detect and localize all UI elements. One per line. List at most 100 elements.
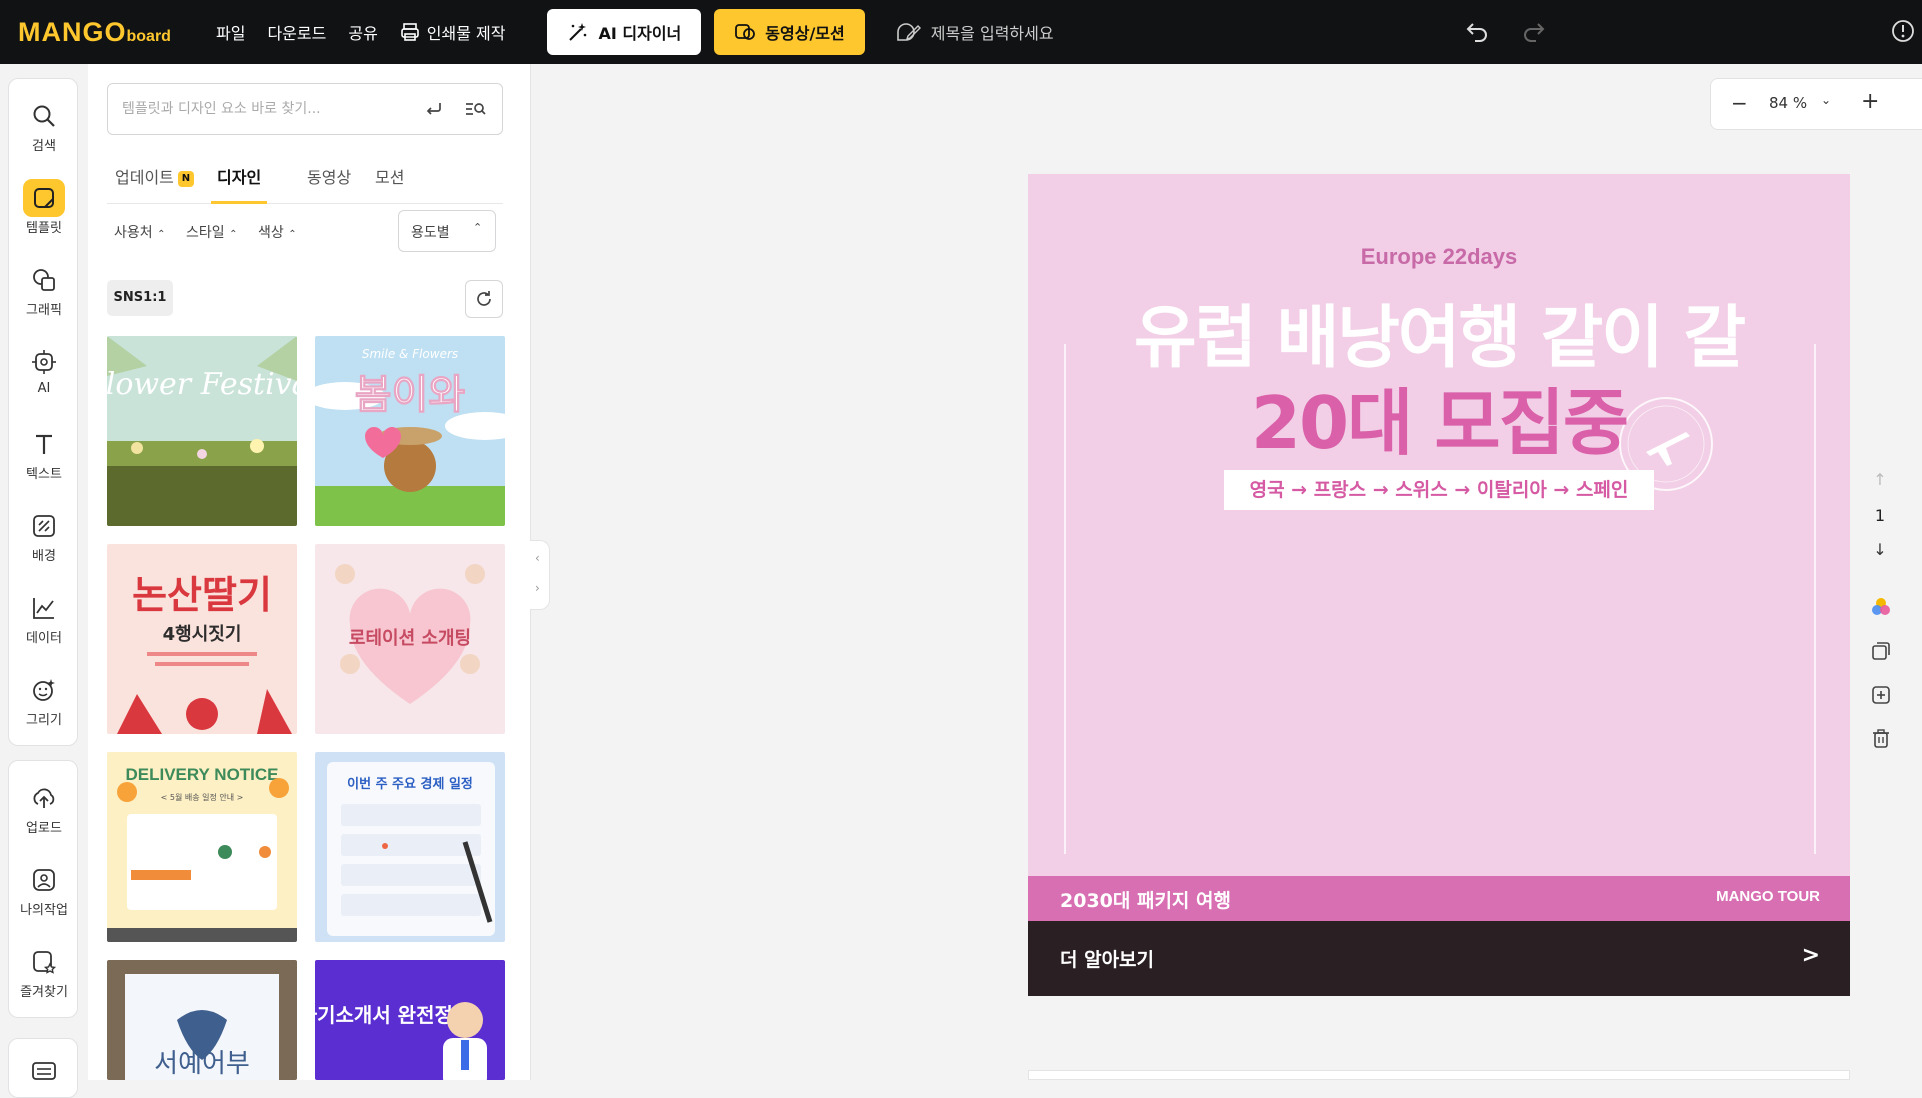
ai-chip-icon <box>32 350 56 374</box>
size-chip[interactable]: SNS1:1 <box>107 280 173 316</box>
rail-item-template[interactable]: 템플릿 <box>9 175 79 247</box>
sort-select[interactable]: 용도별 ⌃ <box>398 210 496 252</box>
design-info-bar[interactable]: 2030대 패키지 여행 MANGO TOUR <box>1028 876 1850 921</box>
panel-collapse-handle[interactable]: ‹ › <box>530 540 550 610</box>
info-icon[interactable] <box>1890 18 1916 44</box>
design-cta-bar[interactable]: 더 알아보기 > <box>1028 921 1850 996</box>
thumb-subtitle: < 5월 배송 일정 안내 > <box>161 792 244 802</box>
filter-use[interactable]: 사용처 ⌃ <box>114 222 165 242</box>
template-thumbnail[interactable]: 로테이션 소개팅 <box>315 544 505 734</box>
undo-icon[interactable] <box>1465 18 1491 44</box>
search-icon <box>33 105 55 127</box>
mango-logo[interactable]: MANGOboard <box>18 17 171 48</box>
template-search-box <box>107 83 503 135</box>
left-tool-rail: 검색 템플릿 그래픽 AI 텍스트 배경 데이터 그리기 <box>8 78 78 746</box>
chevron-right-icon: › <box>535 581 540 595</box>
zoom-level[interactable]: 84 % <box>1769 94 1807 112</box>
add-page-icon[interactable] <box>1870 684 1892 706</box>
tab-motion[interactable]: 모션 <box>375 164 404 204</box>
thumb-title: 논산딸기 <box>132 573 272 617</box>
tab-design[interactable]: 디자인 <box>211 164 268 204</box>
template-thumbnail[interactable]: 자기소개서 완전정복 <box>315 960 505 1080</box>
title-input-wrap[interactable]: 제목을 입력하세요 <box>895 20 1054 44</box>
chevron-left-icon: ‹ <box>535 551 540 565</box>
rail-label: AI <box>37 381 51 396</box>
rail-item-ai[interactable]: AI <box>9 339 79 411</box>
rail-item-upload[interactable]: 업로드 <box>9 775 79 847</box>
rail-item-draw[interactable]: 그리기 <box>9 667 79 739</box>
chevron-down-icon[interactable]: ⌄ <box>1821 93 1831 107</box>
page-down-icon[interactable]: ↓ <box>1860 540 1900 559</box>
template-thumbnail[interactable]: 서예어부 <box>107 960 297 1080</box>
zoom-in-button[interactable]: + <box>1861 89 1879 114</box>
graphic-icon <box>33 269 55 291</box>
calligraphy-art: 서예어부 <box>107 960 297 1080</box>
rail-label: 즐겨찾기 <box>20 985 68 1000</box>
rail-item-search[interactable]: 검색 <box>9 93 79 165</box>
title-input-placeholder[interactable]: 제목을 입력하세요 <box>931 20 1054 44</box>
template-panel: 업데이트N 디자인 동영상 모션 사용처 ⌃ 스타일 ⌃ 색상 ⌃ 용도별 ⌃ … <box>88 64 530 1080</box>
filter-search-icon[interactable] <box>464 99 486 119</box>
new-badge: N <box>177 171 194 187</box>
rail-item-background[interactable]: 배경 <box>9 503 79 575</box>
template-thumbnail[interactable]: Flower Festival <box>107 336 297 526</box>
chevron-up-icon: ⌃ <box>288 229 297 240</box>
menu-file[interactable]: 파일 <box>216 20 245 44</box>
refresh-icon <box>477 291 491 306</box>
template-icon <box>34 188 54 208</box>
tab-update[interactable]: 업데이트 N <box>115 164 194 204</box>
rail-item-graphic[interactable]: 그래픽 <box>9 257 79 329</box>
keyboard-icon[interactable] <box>31 1059 57 1081</box>
menu-share[interactable]: 공유 <box>348 20 377 44</box>
left-tool-rail-bottom <box>8 1038 78 1098</box>
template-thumbnail[interactable]: 논산딸기 4행시짓기 <box>107 544 297 734</box>
rail-label: 텍스트 <box>26 467 62 482</box>
rail-label: 배경 <box>32 549 56 564</box>
template-thumbnail[interactable]: DELIVERY NOTICE < 5월 배송 일정 안내 > <box>107 752 297 942</box>
template-search-input[interactable] <box>120 97 410 121</box>
redo-icon[interactable] <box>1520 18 1546 44</box>
tab-video[interactable]: 동영상 <box>307 164 351 204</box>
chevron-up-icon: ⌃ <box>473 221 483 234</box>
spring-flowers-art: Smile & Flowers 봄이와 <box>315 336 505 526</box>
filter-style[interactable]: 스타일 ⌃ <box>186 222 237 242</box>
design-headline-2[interactable]: 20대 모집중 <box>1028 364 1850 469</box>
thumb-subtitle: Smile & Flowers <box>362 347 458 361</box>
left-tool-rail-secondary: 업로드 나의작업 즐겨찾기 <box>8 760 78 1018</box>
duplicate-page-icon[interactable] <box>1870 640 1892 662</box>
text-icon <box>36 434 52 454</box>
video-motion-button[interactable]: 동영상/모션 <box>714 9 865 55</box>
filter-color[interactable]: 색상 ⌃ <box>258 222 297 242</box>
tab-update-label: 업데이트 <box>115 168 174 187</box>
template-thumbnail[interactable]: 이번 주 주요 경제 일정 <box>315 752 505 942</box>
return-icon[interactable] <box>424 99 444 119</box>
rail-item-favorites[interactable]: 즐겨찾기 <box>9 939 79 1011</box>
upload-icon <box>33 788 55 808</box>
next-page-preview[interactable] <box>1028 1070 1850 1080</box>
design-route[interactable]: 영국 → 프랑스 → 스위스 → 이탈리아 → 스페인 <box>1224 470 1654 510</box>
template-thumbnail[interactable]: Smile & Flowers 봄이와 <box>315 336 505 526</box>
rail-item-my-work[interactable]: 나의작업 <box>9 857 79 929</box>
refresh-button[interactable] <box>465 280 503 318</box>
design-subtitle[interactable]: Europe 22days <box>1028 244 1850 270</box>
panel-tabs: 업데이트 N 디자인 동영상 모션 <box>107 164 503 204</box>
design-bar-right-text: MANGO TOUR <box>1716 888 1820 905</box>
thumb-subtitle: 4행시짓기 <box>163 624 242 645</box>
page-up-icon[interactable]: ↑ <box>1860 470 1900 489</box>
ai-designer-button[interactable]: AI 디자이너 <box>547 9 702 55</box>
print-button[interactable]: 인쇄물 제작 <box>400 20 505 44</box>
rail-label: 템플릿 <box>26 221 62 236</box>
strawberry-art: 논산딸기 4행시짓기 <box>107 544 297 734</box>
thumb-title: 이번 주 주요 경제 일정 <box>347 776 473 792</box>
menu-download[interactable]: 다운로드 <box>267 20 326 44</box>
chevron-up-icon: ⌃ <box>157 229 166 240</box>
trash-icon[interactable] <box>1870 728 1892 750</box>
my-work-icon <box>33 869 55 891</box>
draw-icon <box>33 679 55 701</box>
design-canvas[interactable]: Europe 22days 유럽 배낭여행 같이 갈 20대 모집중 영국 → … <box>1028 174 1850 996</box>
rail-item-text[interactable]: 텍스트 <box>9 421 79 493</box>
rail-item-data[interactable]: 데이터 <box>9 585 79 657</box>
color-palette-icon[interactable] <box>1870 596 1892 618</box>
self-intro-art: 자기소개서 완전정복 <box>315 960 505 1080</box>
zoom-out-button[interactable]: − <box>1731 91 1748 115</box>
